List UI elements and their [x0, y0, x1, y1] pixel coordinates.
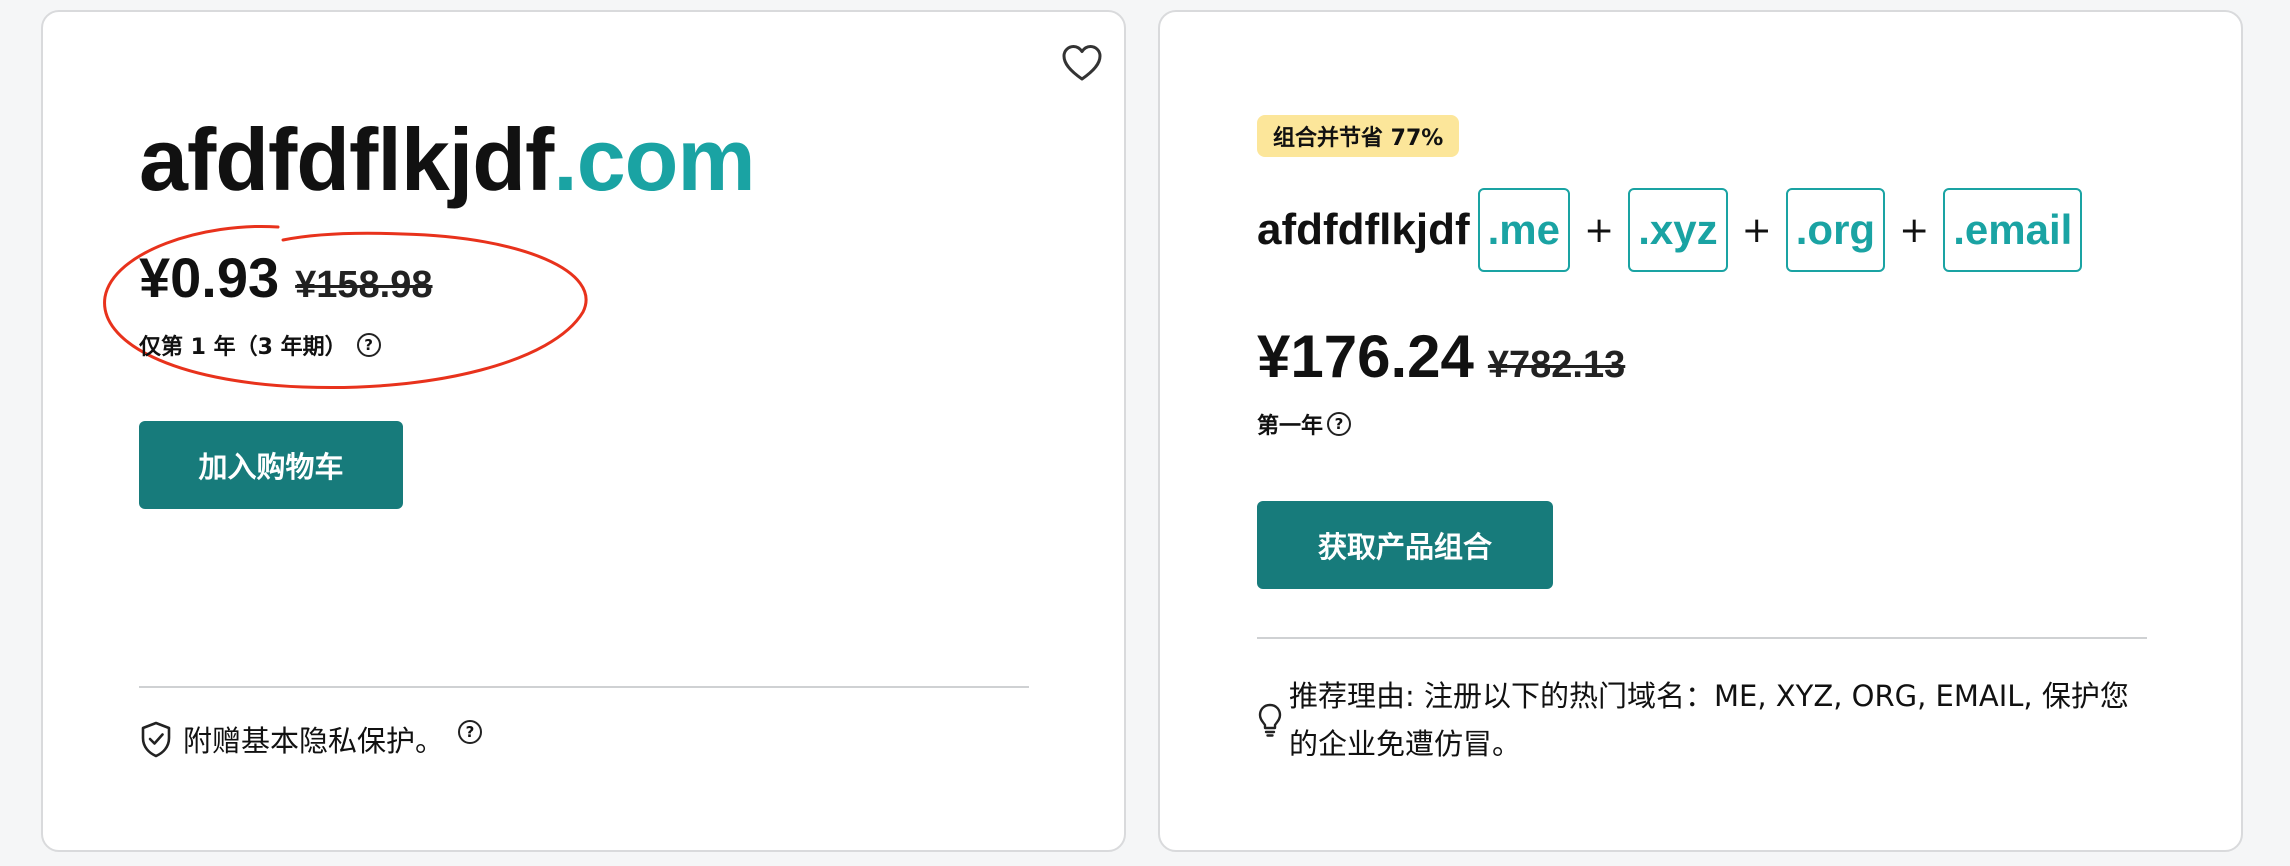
heart-icon	[1062, 45, 1102, 81]
bundle-domains: afdfdflkjdf .me + .xyz + .org + .email	[1257, 188, 2083, 272]
tld-chip-xyz: .xyz	[1628, 188, 1728, 272]
current-price: ¥0.93	[139, 246, 280, 309]
tld-chip-org: .org	[1785, 188, 1886, 272]
tld-chip-me: .me	[1477, 188, 1571, 272]
domain-title: afdfdflkjdf.com	[139, 116, 756, 204]
get-bundle-button[interactable]: 获取产品组合	[1257, 501, 1553, 589]
privacy-text: 附赠基本隐私保护。	[183, 724, 445, 758]
term-info: 仅第 1 年（3 年期） ?	[139, 329, 381, 361]
divider	[139, 686, 1029, 688]
recommendation-text: 推荐理由: 注册以下的热门域名：ME, XYZ, ORG, EMAIL, 保护您…	[1289, 679, 2129, 761]
privacy-info: 附赠基本隐私保护。 ?	[139, 718, 483, 760]
recommendation: 推荐理由: 注册以下的热门域名：ME, XYZ, ORG, EMAIL, 保护您…	[1257, 672, 2129, 768]
bundle-price-row: ¥176.24 ¥782.13	[1257, 327, 1625, 387]
lightbulb-icon	[1257, 702, 1283, 738]
original-price: ¥158.98	[295, 264, 433, 306]
page: afdfdflkjdf.com ¥0.93 ¥158.98 仅第 1 年（3 年…	[0, 0, 2290, 866]
help-icon[interactable]: ?	[356, 333, 381, 357]
favorite-button[interactable]	[1057, 38, 1107, 88]
help-icon[interactable]: ?	[458, 720, 483, 744]
plus-sign: +	[1899, 209, 1930, 251]
help-icon[interactable]: ?	[1327, 412, 1352, 436]
domain-tld: .com	[553, 110, 755, 209]
first-year-text: 第一年	[1257, 414, 1324, 439]
domain-offer-card: afdfdflkjdf.com ¥0.93 ¥158.98 仅第 1 年（3 年…	[41, 10, 1126, 852]
bundle-original-price: ¥782.13	[1487, 344, 1626, 386]
add-to-cart-button[interactable]: 加入购物车	[139, 421, 403, 509]
shield-check-icon	[139, 720, 173, 758]
tld-chip-email: .email	[1943, 188, 2083, 272]
term-text: 仅第 1 年（3 年期）	[139, 335, 347, 360]
domain-name: afdfdflkjdf	[139, 110, 554, 209]
bundle-term-info: 第一年 ?	[1257, 408, 1352, 440]
bundle-current-price: ¥176.24	[1257, 323, 1474, 390]
price-row: ¥0.93 ¥158.98	[139, 250, 433, 307]
plus-sign: +	[1741, 209, 1772, 251]
plus-sign: +	[1584, 209, 1615, 251]
savings-badge: 组合并节省 77%	[1257, 115, 1460, 157]
bundle-offer-card: 组合并节省 77% afdfdflkjdf .me + .xyz + .org …	[1158, 10, 2243, 852]
divider	[1257, 637, 2147, 639]
bundle-domain-name: afdfdflkjdf	[1257, 205, 1470, 254]
